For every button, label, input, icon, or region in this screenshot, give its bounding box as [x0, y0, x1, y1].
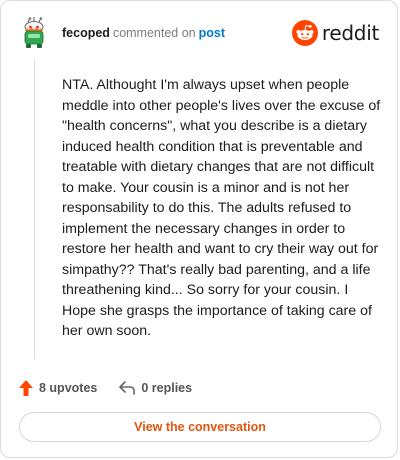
upvote-button[interactable]: 8 upvotes	[19, 380, 97, 396]
reply-count: 0 replies	[141, 381, 193, 395]
reply-arrow-icon	[119, 381, 136, 395]
action-text: commented on	[112, 26, 196, 40]
username-link[interactable]: fecoped	[62, 26, 110, 40]
reddit-snoo-icon	[291, 20, 318, 46]
reddit-logo[interactable]: reddit	[291, 19, 379, 47]
upvote-count: 8 upvotes	[39, 381, 98, 395]
comment-actions: 8 upvotes 0 replies	[19, 377, 214, 399]
snoo-avatar-icon[interactable]	[19, 17, 49, 49]
thread-line	[34, 59, 35, 359]
comment-body: NTA. Althought I'm always upset when peo…	[62, 77, 381, 339]
comment-meta: fecoped commented on post	[62, 26, 225, 40]
comment-card: fecoped commented on post reddit NTA. Alth…	[0, 0, 398, 458]
upvote-arrow-icon	[19, 380, 33, 396]
reply-button[interactable]: 0 replies	[119, 381, 192, 395]
post-link[interactable]: post	[199, 26, 225, 40]
view-conversation-button[interactable]: View the conversation	[19, 412, 381, 442]
reddit-wordmark: reddit	[321, 21, 379, 45]
comment-header: fecoped commented on post reddit	[19, 17, 379, 51]
